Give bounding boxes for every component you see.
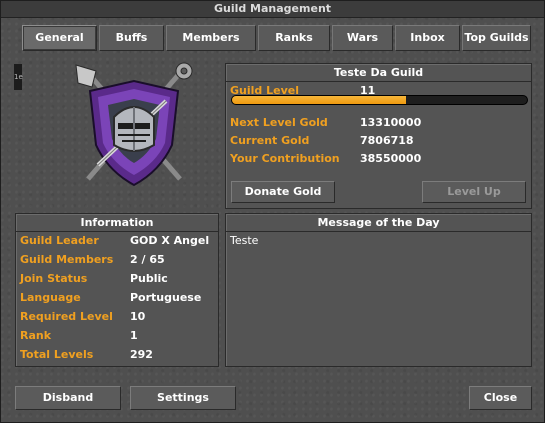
info-value-required-level: 10: [130, 310, 146, 323]
tab-inbox[interactable]: Inbox: [395, 25, 460, 51]
tab-bar: General Buffs Members Ranks Wars Inbox T…: [22, 25, 531, 53]
info-value-rank: 1: [130, 329, 138, 342]
guild-status-panel: Teste Da Guild Guild Level 11 Next Level…: [225, 63, 532, 209]
window-title: Guild Management: [1, 1, 544, 18]
close-button[interactable]: Close: [469, 386, 532, 410]
tab-top-guilds[interactable]: Top Guilds: [462, 25, 531, 51]
info-label-required-level: Required Level: [20, 310, 113, 323]
info-value-total-levels: 292: [130, 348, 153, 361]
information-panel: Information Guild Leader GOD X Angel Gui…: [15, 213, 219, 367]
info-label-guild-leader: Guild Leader: [20, 234, 99, 247]
guild-shield-emblem-icon: [75, 62, 193, 187]
info-label-join-status: Join Status: [20, 272, 88, 285]
disband-button[interactable]: Disband: [15, 386, 121, 410]
guild-management-window: Guild Management General Buffs Members R…: [0, 0, 545, 423]
contribution-label: Your Contribution: [230, 152, 340, 165]
donate-gold-button[interactable]: Donate Gold: [231, 181, 335, 203]
info-label-total-levels: Total Levels: [20, 348, 94, 361]
info-value-language: Portuguese: [130, 291, 202, 304]
guild-name: Teste Da Guild: [226, 64, 531, 82]
side-marker: 1e: [14, 64, 23, 90]
tab-buffs[interactable]: Buffs: [99, 25, 164, 51]
level-up-button[interactable]: Level Up: [422, 181, 526, 203]
info-label-rank: Rank: [20, 329, 52, 342]
settings-button[interactable]: Settings: [130, 386, 236, 410]
motd-text: Teste: [230, 234, 259, 247]
motd-title: Message of the Day: [226, 214, 531, 232]
next-level-gold-value: 13310000: [360, 116, 422, 129]
next-level-gold-label: Next Level Gold: [230, 116, 328, 129]
info-value-join-status: Public: [130, 272, 168, 285]
motd-panel: Message of the Day Teste: [225, 213, 532, 367]
tab-ranks[interactable]: Ranks: [258, 25, 330, 51]
tab-general[interactable]: General: [22, 25, 97, 51]
guild-level-progress-bar: [231, 95, 528, 105]
info-value-guild-members: 2 / 65: [130, 253, 165, 266]
contribution-value: 38550000: [360, 152, 422, 165]
current-gold-label: Current Gold: [230, 134, 310, 147]
current-gold-value: 7806718: [360, 134, 414, 147]
guild-level-progress-fill: [232, 96, 407, 104]
information-title: Information: [16, 214, 218, 232]
info-value-guild-leader: GOD X Angel: [130, 234, 210, 247]
tab-members[interactable]: Members: [166, 25, 256, 51]
info-label-guild-members: Guild Members: [20, 253, 114, 266]
tab-wars[interactable]: Wars: [332, 25, 393, 51]
info-label-language: Language: [20, 291, 81, 304]
